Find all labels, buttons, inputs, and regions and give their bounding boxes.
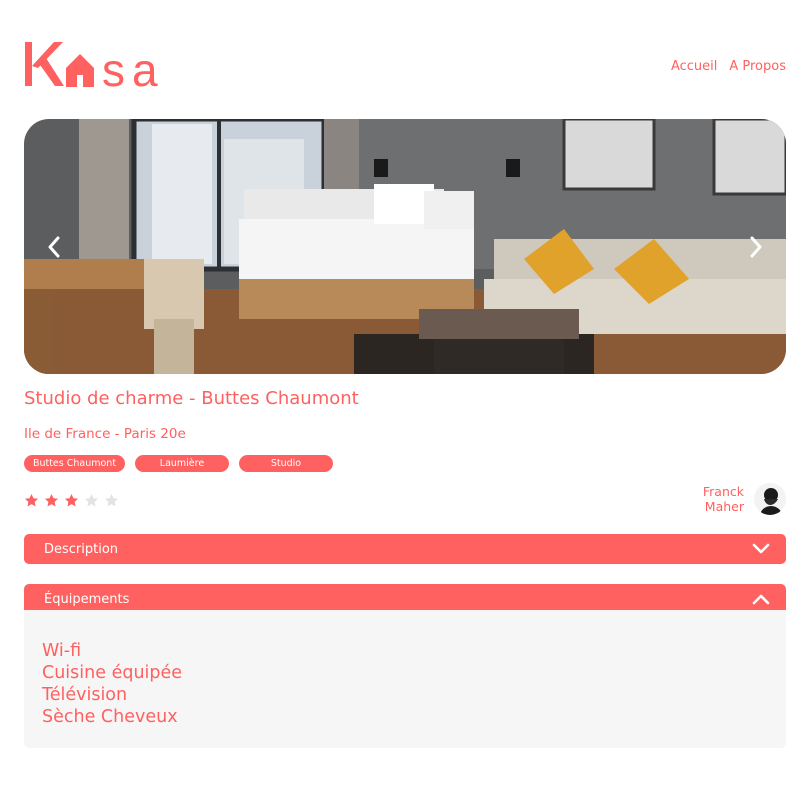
description-collapse-label: Description <box>44 541 119 557</box>
nav-link-accueil[interactable]: Accueil <box>671 59 717 74</box>
chevron-down-icon <box>752 543 770 554</box>
equipments-collapse-label: Équipements <box>44 591 130 607</box>
host-last-name: Maher <box>704 499 744 514</box>
main-nav: Accueil A Propos <box>671 59 786 74</box>
rating-stars <box>24 493 119 508</box>
tag: Laumière <box>135 455 229 472</box>
svg-text:s: s <box>102 44 125 88</box>
list-item: Wi-fi <box>42 641 82 661</box>
nav-link-a-propos[interactable]: A Propos <box>729 59 786 74</box>
star-empty-icon <box>84 493 99 507</box>
host-first-name: Franck <box>702 484 744 499</box>
chevron-up-icon <box>752 594 770 605</box>
equipments-list: Wi-fi Cuisine équipée Télévision Sèche C… <box>42 640 768 728</box>
star-empty-icon <box>104 493 119 507</box>
kasa-logo[interactable]: s a <box>24 40 172 96</box>
host-avatar <box>754 483 786 515</box>
host-name: Franck Maher <box>703 484 744 514</box>
list-item: Cuisine équipée <box>42 663 183 683</box>
star-filled-icon <box>44 493 59 507</box>
tag-list: Buttes Chaumont Laumière Studio <box>24 455 333 472</box>
photo-carousel <box>24 119 786 374</box>
equipments-panel: Wi-fi Cuisine équipée Télévision Sèche C… <box>24 610 786 748</box>
listing-title: Studio de charme - Buttes Chaumont <box>24 388 359 409</box>
tag: Buttes Chaumont <box>24 455 125 472</box>
svg-text:a: a <box>132 44 158 88</box>
listing-location: Ile de France - Paris 20e <box>24 426 186 442</box>
carousel-next-button[interactable] <box>744 232 768 262</box>
kasa-logo-mark: s a <box>25 42 158 96</box>
star-filled-icon <box>64 493 79 507</box>
chevron-left-icon <box>48 236 60 257</box>
list-item: Sèche Cheveux <box>42 707 178 727</box>
listing-photo <box>24 119 786 374</box>
tag: Studio <box>239 455 333 472</box>
carousel-prev-button[interactable] <box>42 232 66 262</box>
chevron-right-icon <box>750 236 762 257</box>
star-filled-icon <box>24 493 39 507</box>
list-item: Télévision <box>42 685 128 705</box>
description-collapse-toggle[interactable]: Description <box>24 534 786 564</box>
host-avatar-image <box>754 483 786 515</box>
host-info: Franck Maher <box>703 483 786 515</box>
